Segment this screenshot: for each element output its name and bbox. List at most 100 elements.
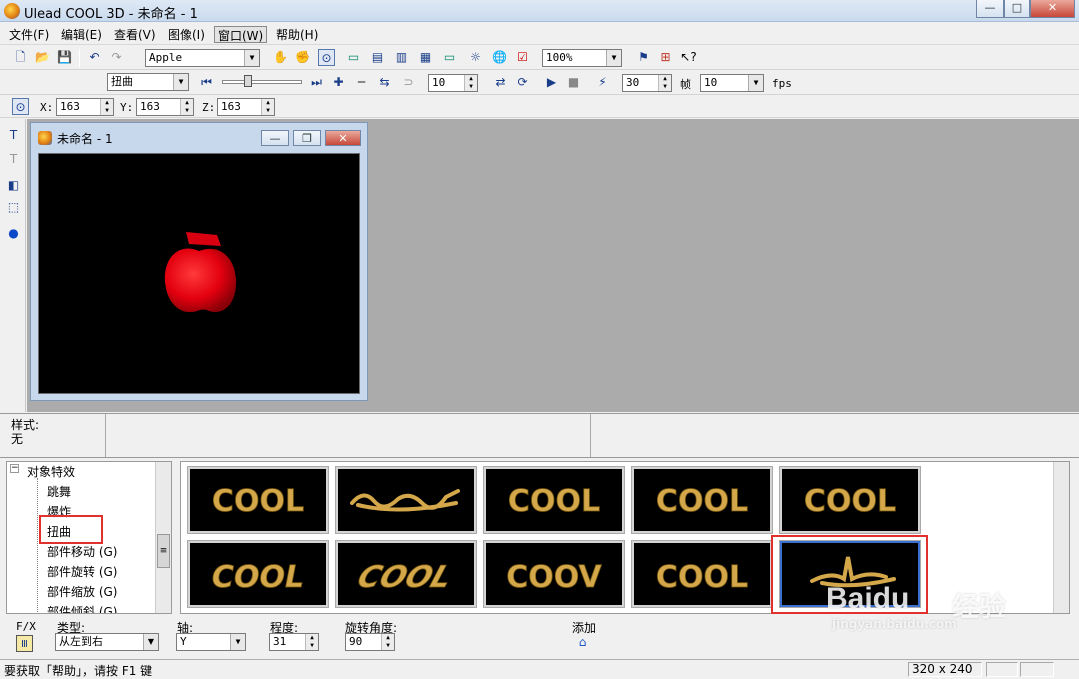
tree-collapse-toggle[interactable]: − [10,464,19,473]
context-help-icon[interactable]: ↖? [680,49,697,66]
add-icon[interactable]: ⌂ [574,634,591,651]
effect-thumbnail[interactable]: COOL [631,466,773,534]
degree-input[interactable]: 31 ▲ ▼ [269,633,319,651]
fx-icon[interactable]: Ⅲ [16,635,33,652]
last-frame-icon[interactable]: ⏭ [308,74,325,91]
attributes-icon[interactable]: ☑ [514,49,531,66]
sphere-icon[interactable]: ● [5,225,22,242]
tree-root[interactable]: 对象特效 [27,463,75,480]
globe-icon[interactable]: 🌐 [491,49,508,66]
insert-shape-icon[interactable]: ◧ [5,177,22,194]
remove-keyframe-icon[interactable]: ━ [353,74,370,91]
minimize-button[interactable]: — [976,0,1004,18]
spin-buttons[interactable]: ▲ ▼ [100,99,113,115]
x-input[interactable]: 163 ▲ ▼ [56,98,114,116]
effect-thumbnail[interactable]: COOL [187,466,329,534]
object-select[interactable]: Apple ▼ [145,49,260,67]
view-bottom-icon[interactable]: ▦ [417,49,434,66]
effect-thumbnail[interactable]: COOL [779,466,921,534]
menu-edit[interactable]: 编辑(E) [58,26,105,43]
reverse-icon[interactable]: ⇆ [376,74,393,91]
add-keyframe-icon[interactable]: ✚ [330,74,347,91]
z-input[interactable]: 163 ▲ ▼ [217,98,275,116]
effect-thumbnail[interactable]: COOL [335,540,477,608]
tree-item-part-rotate[interactable]: 部件旋转 (G) [47,563,117,580]
export-icon[interactable]: ⊞ [657,49,674,66]
insert-text-icon[interactable]: T [5,127,22,144]
tree-scrollbar[interactable]: ≡ [155,462,171,613]
slider-thumb[interactable] [244,75,252,87]
light-icon[interactable]: ☼ [467,49,484,66]
spin-buttons[interactable]: ▲ ▼ [261,99,274,115]
fit-object-icon[interactable]: ⊙ [318,49,335,66]
y-label: Y: [120,101,134,114]
doc-minimize-button[interactable]: — [261,130,289,146]
axis-value: Y [180,635,187,648]
doc-maximize-button[interactable]: ❐ [293,130,321,146]
effect-thumbnail[interactable] [335,466,477,534]
frame-input[interactable]: 10 ▲ ▼ [428,74,478,92]
tree-item-part-move[interactable]: 部件移动 (G) [47,543,117,560]
spin-buttons[interactable]: ▲ ▼ [305,634,318,650]
thumbnail-preview: COOL [508,484,601,520]
spin-buttons[interactable]: ▲ ▼ [180,99,193,115]
view-front-icon[interactable]: ▭ [345,49,362,66]
ping-pong-icon[interactable]: ⟳ [514,74,531,91]
watermark-brand: Baidu [826,582,910,615]
y-input[interactable]: 163 ▲ ▼ [136,98,194,116]
effect-thumbnail[interactable]: COOL [483,466,625,534]
redo-icon[interactable]: ↷ [108,49,125,66]
zoom-select[interactable]: 100% ▼ [542,49,622,67]
view-back-icon[interactable]: ▭ [441,49,458,66]
angle-input[interactable]: 90 ▲ ▼ [345,633,395,651]
tree-item-part-scale[interactable]: 部件缩放 (G) [47,583,117,600]
effect-thumbnail[interactable]: COOL [187,540,329,608]
maximize-button[interactable]: □ [1004,0,1030,18]
select-object-icon[interactable]: ⬚ [5,199,22,216]
position-toolbar: ⊙ X: 163 ▲ ▼ Y: 163 ▲ ▼ Z: 163 ▲ ▼ [0,96,1079,118]
hand-move-icon[interactable]: ✋ [272,49,289,66]
menu-help[interactable]: 帮助(H) [273,26,321,43]
new-file-icon[interactable]: 🗋 [12,49,29,66]
position-mode-icon[interactable]: ⊙ [12,98,29,115]
tree-item-part-tilt[interactable]: 部件倾斜 (G) [47,603,117,613]
gallery-scrollbar[interactable] [1053,462,1069,613]
spin-buttons[interactable]: ▲ ▼ [381,634,394,650]
loop-icon[interactable]: ⇄ [492,74,509,91]
save-icon[interactable]: 💾 [56,49,73,66]
axis-select[interactable]: Y ▼ [176,633,246,651]
view-top-icon[interactable]: ▤ [369,49,386,66]
first-frame-icon[interactable]: ⏮ [198,74,215,91]
play-icon[interactable]: ▶ [543,74,560,91]
doc-close-button[interactable]: ✕ [325,130,361,146]
menu-view[interactable]: 查看(V) [111,26,159,43]
thumbnail-preview [350,489,460,512]
type-select[interactable]: 从左到右 ▼ [55,633,159,651]
frame-rate-icon[interactable]: ⚡ [594,74,611,91]
effect-thumbnail[interactable]: COOL [631,540,773,608]
render-icon[interactable]: ⚑ [635,49,652,66]
effect-thumbnail[interactable]: COOV [483,540,625,608]
scroll-thumb[interactable]: ≡ [157,534,170,568]
toolbar-separator [79,49,80,67]
render-canvas[interactable] [38,153,360,394]
menu-window[interactable]: 窗口(W) [214,26,268,43]
spin-buttons[interactable]: ▲ ▼ [658,75,671,91]
smooth-icon[interactable]: ⊃ [400,74,417,91]
tree-item-dance[interactable]: 跳舞 [47,483,71,500]
hand-rotate-icon[interactable]: ✊ [294,49,311,66]
edit-text-icon[interactable]: T [5,151,22,168]
menu-image[interactable]: 图像(I) [165,26,208,43]
fps-select[interactable]: 10 ▼ [700,74,764,92]
timeline-slider[interactable] [220,74,304,92]
undo-icon[interactable]: ↶ [86,49,103,66]
menu-file[interactable]: 文件(F) [6,26,52,43]
view-side-icon[interactable]: ▥ [393,49,410,66]
open-folder-icon[interactable]: 📂 [34,49,51,66]
document-title: 未命名 - 1 [57,132,113,146]
frames-input[interactable]: 30 ▲ ▼ [622,74,672,92]
stop-icon[interactable]: ■ [565,74,582,91]
effect-select[interactable]: 扭曲 ▼ [107,73,189,91]
close-button[interactable]: ✕ [1030,0,1075,18]
spin-buttons[interactable]: ▲ ▼ [464,75,477,91]
